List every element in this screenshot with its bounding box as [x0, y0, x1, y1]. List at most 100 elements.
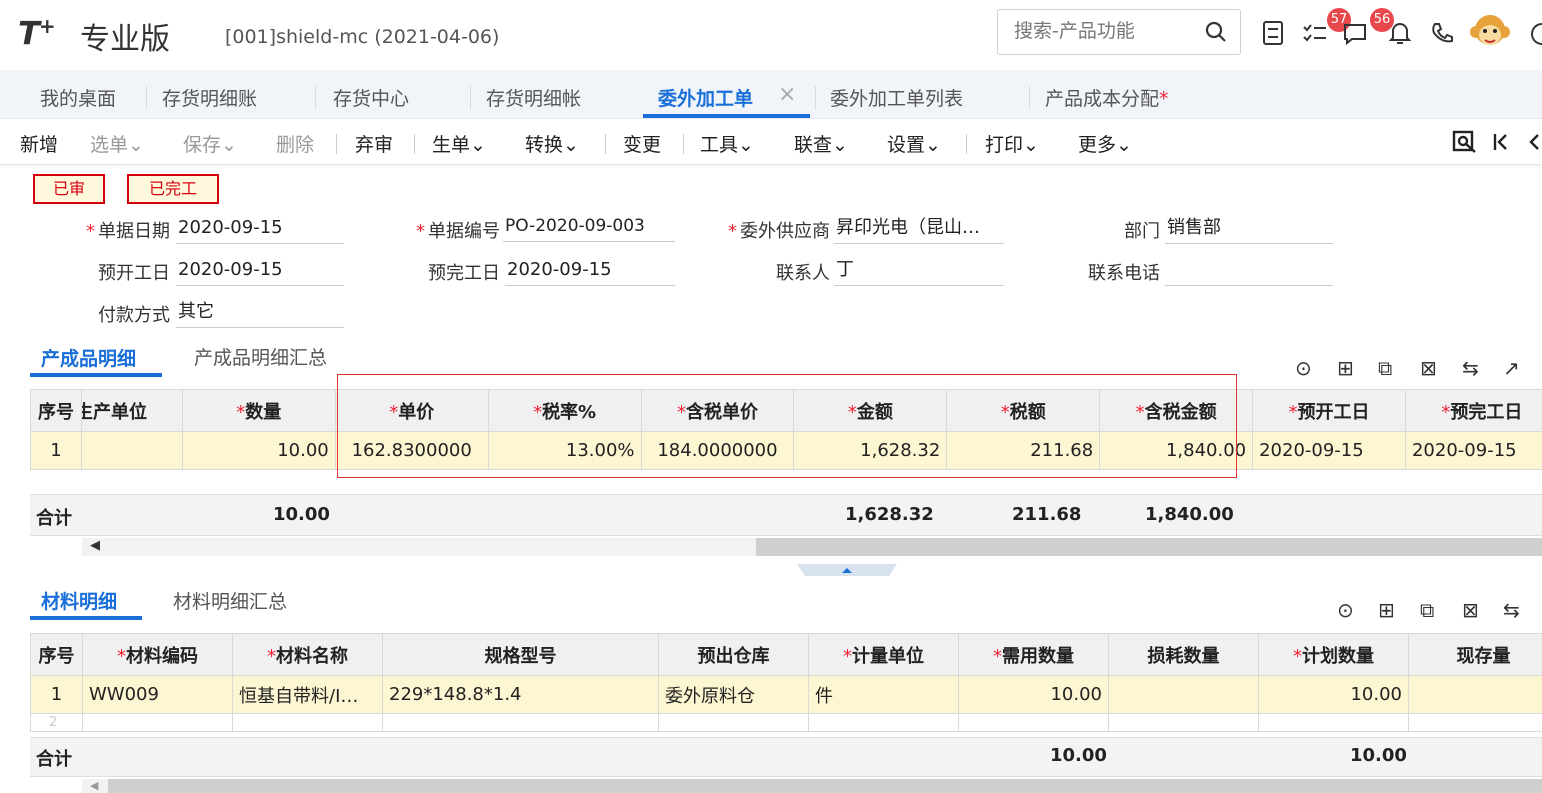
- tab-inventory-ledger[interactable]: 存货明细账: [162, 84, 257, 111]
- table-cell[interactable]: [1108, 675, 1259, 714]
- insert-row-icon[interactable]: ⊞: [1337, 356, 1354, 380]
- locate-icon[interactable]: ⊙: [1295, 356, 1312, 380]
- table-cell[interactable]: [1408, 675, 1542, 714]
- scroll-left-icon[interactable]: ◀: [90, 538, 100, 553]
- contact-field[interactable]: 丁: [834, 256, 1004, 286]
- tab-product-cost-allocation[interactable]: 产品成本分配*: [1045, 84, 1169, 111]
- planned-finish-field[interactable]: 2020-09-15: [505, 256, 675, 286]
- splitter-handle-icon[interactable]: [797, 564, 897, 576]
- col-header[interactable]: *数量: [181, 389, 336, 432]
- first-record-icon[interactable]: [1492, 131, 1510, 153]
- col-header[interactable]: 损耗数量: [1108, 633, 1259, 676]
- col-header[interactable]: *计量单位: [808, 633, 959, 676]
- col-header[interactable]: 预出仓库: [658, 633, 809, 676]
- table-cell[interactable]: [80, 431, 183, 470]
- table-cell[interactable]: 10.00: [1258, 675, 1409, 714]
- tab-inventory-center[interactable]: 存货中心: [333, 84, 409, 111]
- col-header[interactable]: 序号: [30, 389, 82, 432]
- chevron-down-icon: ⌄: [1116, 134, 1132, 156]
- table-cell[interactable]: 2020-09-15: [1404, 431, 1542, 470]
- more-button[interactable]: 更多⌄: [1078, 130, 1132, 157]
- scroll-left-icon[interactable]: ◀: [90, 779, 98, 792]
- dept-field[interactable]: 销售部: [1165, 214, 1333, 244]
- table-cell[interactable]: 229*148.8*1.4: [382, 675, 659, 714]
- total-plan-quantity: 10.00: [1350, 745, 1407, 766]
- delete-row-icon[interactable]: ⊠: [1420, 356, 1437, 380]
- convert-button[interactable]: 转换⌄: [525, 130, 579, 157]
- avatar[interactable]: [1468, 10, 1512, 54]
- col-header[interactable]: 生产单位: [80, 389, 183, 432]
- table-cell[interactable]: 10.00: [181, 431, 336, 470]
- col-header[interactable]: 序号: [30, 633, 83, 676]
- doc-no-field[interactable]: PO-2020-09-003: [503, 212, 675, 242]
- tab-close-icon[interactable]: ×: [778, 82, 796, 107]
- query-button[interactable]: 联查⌄: [794, 130, 848, 157]
- table-row[interactable]: 2: [30, 713, 1542, 732]
- sort-icon[interactable]: ⇆: [1462, 356, 1479, 380]
- table-row[interactable]: 1 WW009 恒基自带料/I… 229*148.8*1.4 委外原料仓 件 1…: [30, 675, 1542, 714]
- payment-field[interactable]: 其它: [176, 298, 344, 328]
- table-cell[interactable]: 2: [30, 713, 83, 732]
- preview-icon[interactable]: [1452, 130, 1478, 154]
- col-header[interactable]: *预完工日: [1404, 389, 1542, 432]
- col-header[interactable]: 规格型号: [382, 633, 659, 676]
- table-cell[interactable]: 1: [30, 431, 82, 470]
- help-icon[interactable]: [1530, 22, 1542, 46]
- tab-outsourcing-order-list[interactable]: 委外加工单列表: [830, 84, 963, 111]
- delete-row-icon[interactable]: ⊠: [1462, 598, 1479, 622]
- locate-icon[interactable]: ⊙: [1337, 598, 1354, 622]
- table-cell[interactable]: 委外原料仓: [658, 675, 809, 714]
- calculator-icon[interactable]: [1262, 20, 1284, 46]
- tab-inventory-detail[interactable]: 存货明细帐: [486, 84, 581, 111]
- add-button[interactable]: 新增: [20, 130, 58, 157]
- tools-button[interactable]: 工具⌄: [700, 130, 754, 157]
- save-button[interactable]: 保存⌄: [183, 130, 237, 157]
- copy-row-icon[interactable]: ⧉: [1420, 598, 1434, 622]
- tab-material-detail[interactable]: 材料明细: [41, 587, 117, 614]
- table-cell[interactable]: 2020-09-15: [1252, 431, 1406, 470]
- prev-record-icon[interactable]: [1526, 131, 1542, 153]
- select-button[interactable]: 选单⌄: [90, 130, 144, 157]
- tab-product-summary[interactable]: 产成品明细汇总: [194, 343, 327, 370]
- bell-icon[interactable]: [1388, 20, 1412, 46]
- col-header[interactable]: *需用数量: [958, 633, 1109, 676]
- tab-divider: [470, 86, 471, 110]
- copy-row-icon[interactable]: ⧉: [1378, 356, 1392, 380]
- col-header[interactable]: *计划数量: [1258, 633, 1409, 676]
- col-header[interactable]: *预开工日: [1252, 389, 1406, 432]
- table-cell[interactable]: 恒基自带料/I…: [232, 675, 383, 714]
- message-icon[interactable]: [1342, 22, 1368, 46]
- table-cell[interactable]: 件: [808, 675, 959, 714]
- delete-button[interactable]: 删除: [276, 130, 314, 157]
- print-button[interactable]: 打印⌄: [985, 130, 1039, 157]
- table-cell[interactable]: WW009: [82, 675, 233, 714]
- generate-button[interactable]: 生单⌄: [432, 130, 486, 157]
- search-icon[interactable]: [1204, 20, 1228, 44]
- change-button[interactable]: 变更: [623, 130, 661, 157]
- settings-button[interactable]: 设置⌄: [887, 130, 941, 157]
- task-list-icon[interactable]: [1302, 22, 1328, 46]
- table-cell[interactable]: 1: [30, 675, 83, 714]
- sort-icon[interactable]: ⇆: [1503, 598, 1520, 622]
- scrollbar-thumb[interactable]: [108, 779, 1542, 793]
- table-cell[interactable]: 10.00: [958, 675, 1109, 714]
- col-header[interactable]: 现存量: [1408, 633, 1542, 676]
- insert-row-icon[interactable]: ⊞: [1378, 598, 1395, 622]
- scrollbar-thumb[interactable]: [756, 538, 1542, 556]
- phone-field[interactable]: [1165, 256, 1333, 286]
- search-box[interactable]: [997, 9, 1241, 55]
- col-header[interactable]: *材料名称: [232, 633, 383, 676]
- tab-material-summary[interactable]: 材料明细汇总: [173, 587, 287, 614]
- planned-start-field[interactable]: 2020-09-15: [176, 256, 344, 286]
- tab-my-desktop[interactable]: 我的桌面: [40, 84, 116, 111]
- doc-date-field[interactable]: 2020-09-15: [176, 214, 344, 244]
- supplier-field[interactable]: 昇印光电（昆山…: [834, 214, 1004, 244]
- search-input[interactable]: [1012, 19, 1196, 43]
- phone-icon[interactable]: [1430, 21, 1454, 45]
- tab-product-detail[interactable]: 产成品明细: [41, 344, 136, 371]
- app-logo: T+: [18, 14, 56, 53]
- col-header[interactable]: *材料编码: [82, 633, 233, 676]
- unaudit-button[interactable]: 弃审: [355, 130, 393, 157]
- export-icon[interactable]: ↗: [1503, 356, 1520, 380]
- tab-outsourcing-order[interactable]: 委外加工单: [658, 84, 753, 111]
